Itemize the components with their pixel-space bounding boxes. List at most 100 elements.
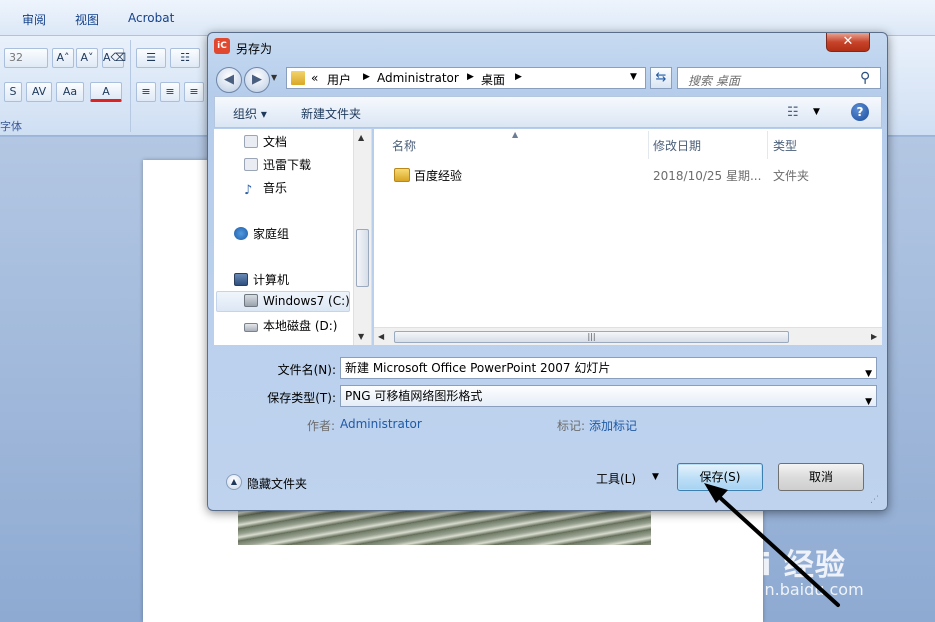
nav-item-documents[interactable]: 文档 [244,133,287,150]
font-size-combo[interactable]: 32 [4,48,48,68]
column-header-type[interactable]: 类型 [773,137,797,154]
back-button[interactable]: ◀ [216,67,242,93]
breadcrumb-administrator[interactable]: Administrator [377,71,459,85]
watermark-url: jingyan.baidu.com [716,580,864,599]
scroll-down-icon[interactable]: ▼ [358,332,364,341]
nav-item-xunlei[interactable]: 迅雷下载 [244,156,311,173]
address-bar[interactable]: « 用户 ▶ Administrator ▶ 桌面 ▶ ▼ [286,67,646,89]
chevron-down-icon[interactable]: ▼ [652,472,659,482]
download-folder-icon [244,158,258,171]
scroll-up-icon[interactable]: ▲ [358,133,364,142]
tab-review[interactable]: 审阅 [22,11,46,28]
refresh-button[interactable]: ⇆ [650,67,672,89]
folder-icon [394,168,410,182]
numbering-icon[interactable]: ☷ [170,48,200,68]
shadow-button[interactable]: S [4,82,22,102]
computer-icon [234,273,248,286]
view-options-icon[interactable]: ☷ [787,105,799,120]
file-type-label: 保存类型(T): [267,391,336,405]
ribbon-tab-bar: 审阅 视图 Acrobat [0,0,935,36]
file-name-label: 文件名(N): [277,363,336,377]
resize-grip-icon[interactable]: ⋰ [870,495,879,505]
font-color-button[interactable]: A [90,82,122,102]
forward-button[interactable]: ▶ [244,67,270,93]
author-value[interactable]: Administrator [340,417,422,431]
shrink-font-button[interactable]: A˅ [76,48,98,68]
music-note-icon: ♪ [244,183,253,198]
grow-font-button[interactable]: A˄ [52,48,74,68]
chevron-down-icon[interactable]: ▼ [865,364,872,384]
recent-locations-icon[interactable]: ▼ [271,73,277,82]
scroll-left-icon[interactable]: ◀ [378,332,384,341]
file-type-cell: 文件夹 [773,169,810,183]
nav-item-computer[interactable]: 计算机 [234,271,289,288]
column-divider[interactable] [767,131,768,159]
forward-arrow-icon: ▶ [252,72,262,87]
column-header-name[interactable]: 名称 [392,137,416,154]
tags-value[interactable]: 添加标记 [589,417,637,434]
clear-format-button[interactable]: A⌫ [102,48,126,68]
hide-folders-button[interactable]: 隐藏文件夹 [247,475,307,492]
align-left-icon[interactable]: ≡ [136,82,156,102]
horizontal-scrollbar[interactable]: ◀ ||| ▶ [374,327,882,345]
chevron-down-icon[interactable]: ▼ [813,107,820,117]
scroll-right-icon[interactable]: ▶ [871,332,877,341]
file-name-input[interactable]: 新建 Microsoft Office PowerPoint 2007 幻灯片 … [340,357,877,379]
change-case-button[interactable]: Aa [56,82,84,102]
chevron-down-icon[interactable]: ▼ [630,72,637,82]
breadcrumb-arrow-icon[interactable]: ▶ [467,72,474,82]
breadcrumb-users[interactable]: 用户 [327,71,351,88]
chevron-down-icon[interactable]: ▼ [865,392,872,412]
save-button[interactable]: 保存(S) [677,463,763,491]
nav-item-homegroup[interactable]: 家庭组 [234,225,289,242]
cancel-button[interactable]: 取消 [778,463,864,491]
app-icon: iC [214,38,230,54]
search-placeholder: 搜索 桌面 [688,74,740,88]
file-type-value: PNG 可移植网络图形格式 [345,389,483,403]
char-spacing-button[interactable]: AV [26,82,52,102]
ribbon-group-divider [130,40,131,132]
file-list[interactable]: ▲ 名称 修改日期 类型 百度经验 2018/10/25 星期... 文件夹 ◀… [374,129,882,345]
breadcrumb-arrow-icon[interactable]: ▶ [363,72,370,82]
organize-button[interactable]: 组织 ▾ [233,105,267,122]
refresh-icon: ⇆ [655,70,667,85]
column-divider[interactable] [648,131,649,159]
tools-button[interactable]: 工具(L) [596,470,636,487]
breadcrumb-overflow[interactable]: « [311,71,318,85]
command-toolbar: 组织 ▾ 新建文件夹 ☷ ▼ ? [214,96,882,128]
homegroup-icon [234,227,248,240]
file-name-cell[interactable]: 百度经验 [414,167,462,184]
system-drive-icon [244,294,258,307]
search-icon[interactable]: ⚲ [860,70,870,86]
file-type-select[interactable]: PNG 可移植网络图形格式 ▼ [340,385,877,407]
nav-scrollbar[interactable]: ▲ ▼ [353,129,371,345]
sort-ascending-icon: ▲ [512,130,519,139]
bullets-icon[interactable]: ☰ [136,48,166,68]
tags-label: 标记: [557,419,586,433]
nav-item-drive-c[interactable]: Windows7 (C:) [244,294,350,308]
back-arrow-icon: ◀ [224,72,234,87]
align-right-icon[interactable]: ≡ [184,82,204,102]
nav-item-music[interactable]: ♪ 音乐 [244,179,287,198]
tab-view[interactable]: 视图 [75,11,99,28]
close-button[interactable]: ✕ [826,33,870,52]
collapse-up-icon[interactable]: ▲ [226,474,242,490]
nav-item-drive-d[interactable]: 本地磁盘 (D:) [244,317,337,334]
search-input[interactable]: 搜索 桌面 ⚲ [677,67,881,89]
file-name-value: 新建 Microsoft Office PowerPoint 2007 幻灯片 [345,361,611,375]
breadcrumb-arrow-icon[interactable]: ▶ [515,72,522,82]
help-icon[interactable]: ? [851,103,869,121]
dialog-title: 另存为 [236,42,273,56]
author-label: 作者: [307,419,336,433]
horizontal-scroll-thumb[interactable]: ||| [394,331,789,343]
new-folder-button[interactable]: 新建文件夹 [301,105,361,122]
breadcrumb-desktop[interactable]: 桌面 [481,71,505,88]
save-as-dialog: iC 另存为 ✕ ◀ ▶ ▼ « 用户 ▶ Administrator ▶ 桌面… [207,32,888,511]
nav-scroll-thumb[interactable] [356,229,369,287]
align-center-icon[interactable]: ≡ [160,82,180,102]
tab-acrobat[interactable]: Acrobat [128,11,174,25]
navigation-pane[interactable]: 文档 迅雷下载 ♪ 音乐 家庭组 计算机 Windows7 (C:) 本地磁盘 (… [214,129,372,345]
column-header-modified[interactable]: 修改日期 [653,137,701,154]
slide-photo[interactable] [238,505,651,545]
document-icon [244,135,258,148]
